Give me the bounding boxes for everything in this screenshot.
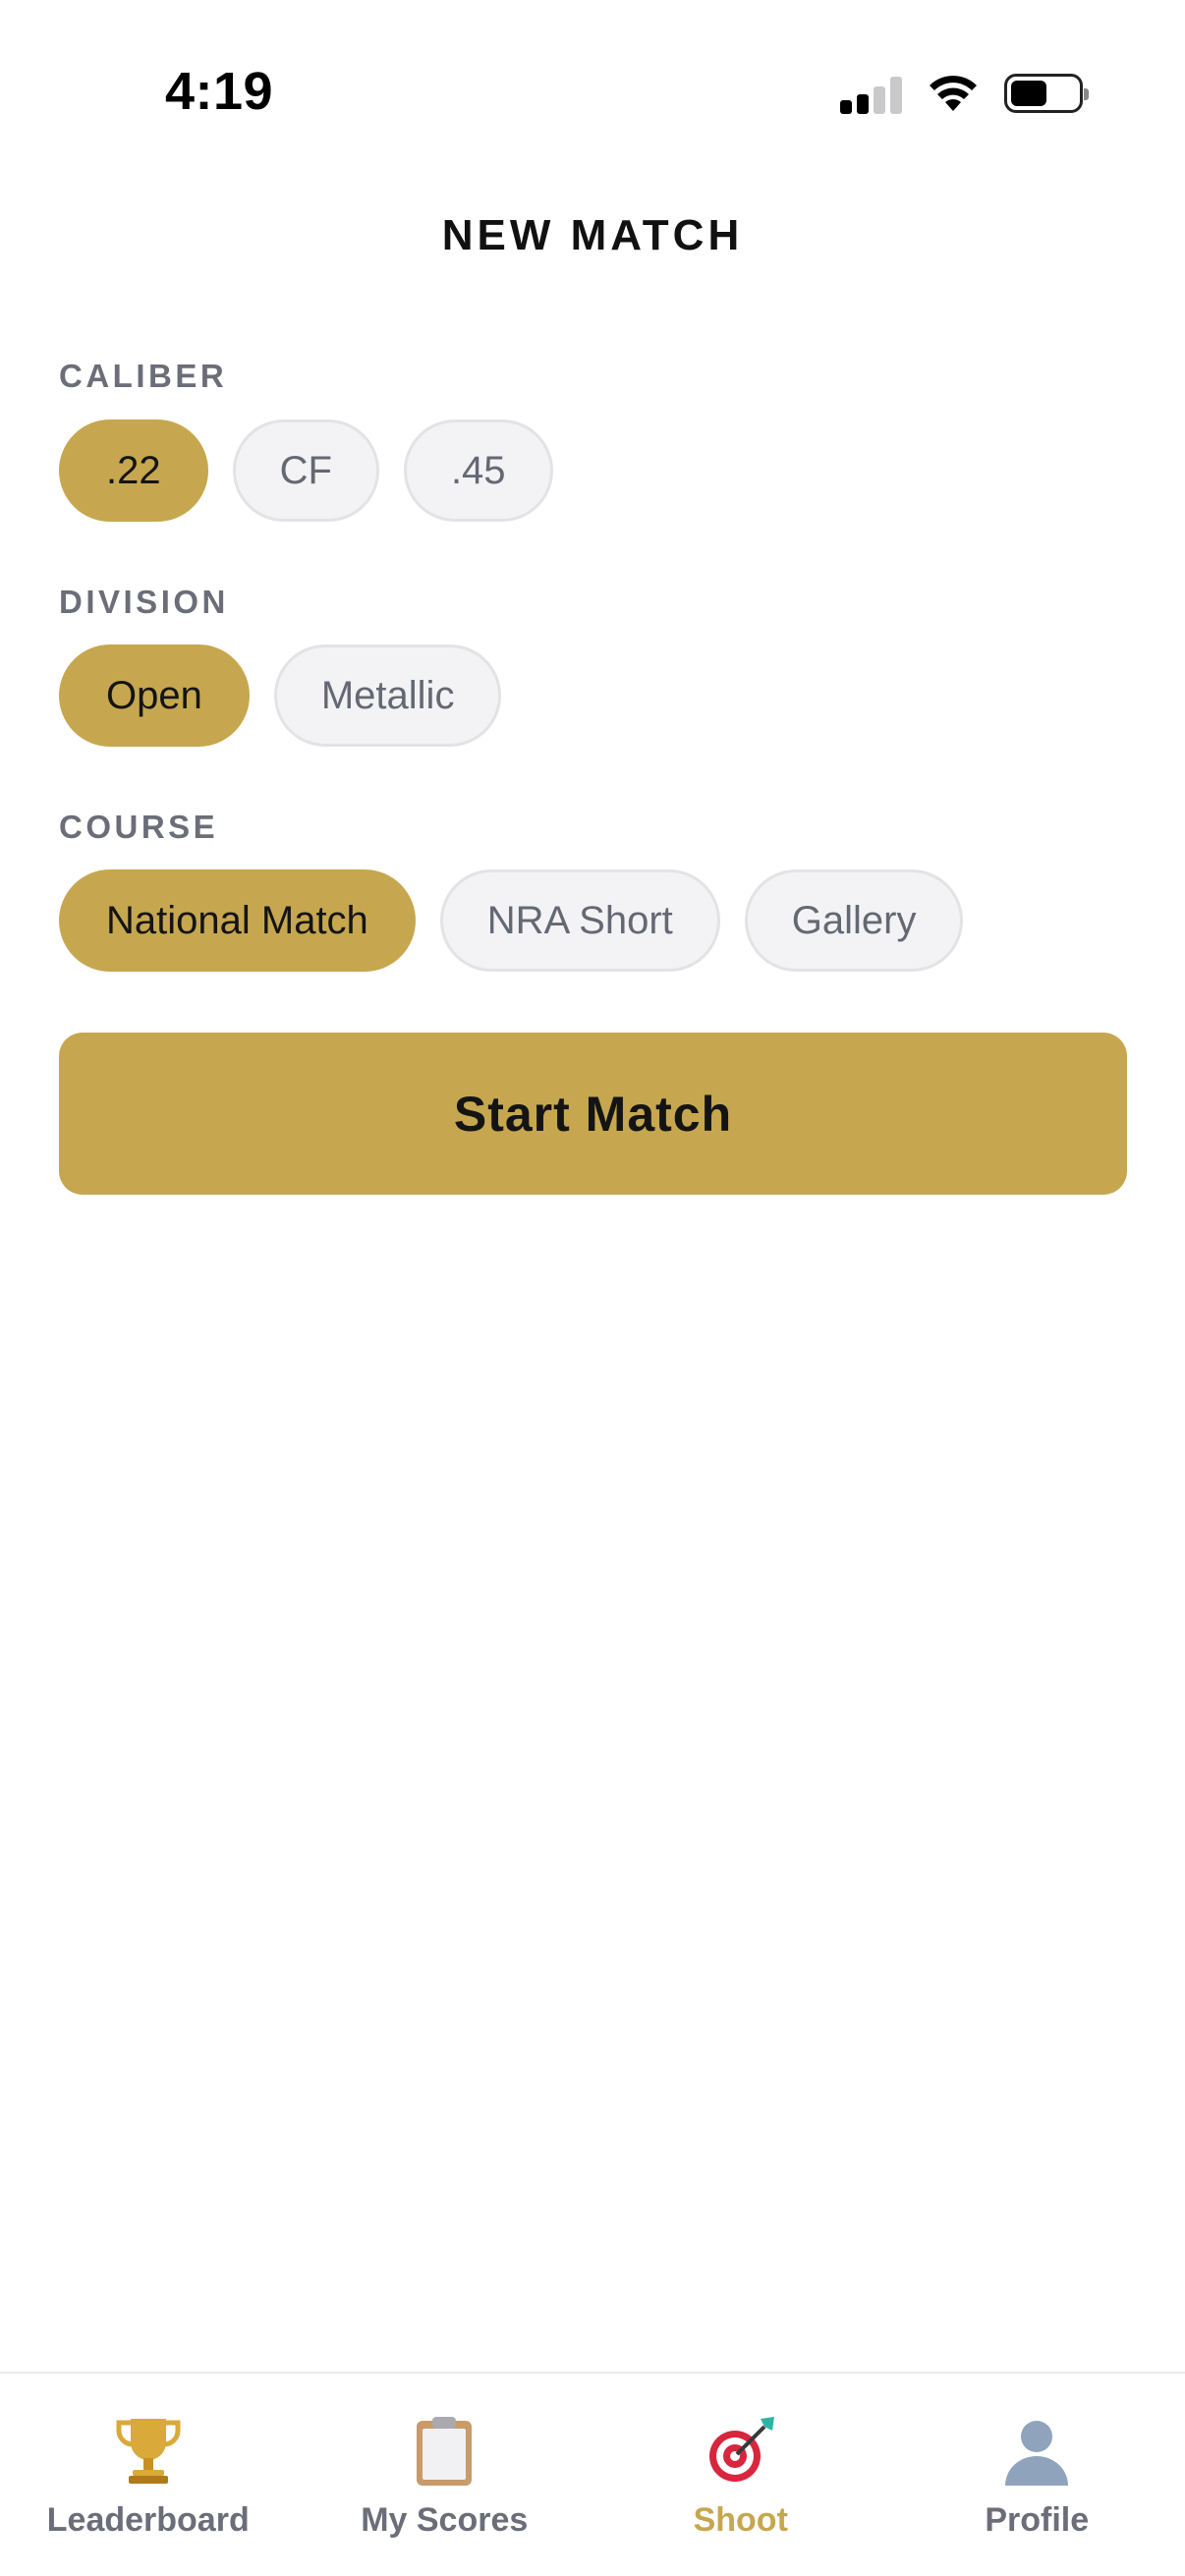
status-icons <box>840 73 1089 114</box>
clipboard-icon <box>417 2417 473 2486</box>
tab-my-scores[interactable]: My Scores <box>297 2374 593 2576</box>
start-match-button[interactable]: Start Match <box>59 1033 1127 1195</box>
tab-label-shoot: Shoot <box>693 2501 788 2539</box>
course-option-national-match[interactable]: National Match <box>59 869 416 972</box>
course-options: National Match NRA Short Gallery <box>59 869 964 972</box>
status-time: 4:19 <box>165 62 274 121</box>
trophy-icon <box>116 2419 181 2484</box>
person-icon <box>1005 2421 1069 2486</box>
division-label: DIVISION <box>59 584 229 620</box>
status-bar: 4:19 <box>0 0 1185 192</box>
course-label: COURSE <box>59 809 219 845</box>
caliber-options: .22 CF .45 <box>59 420 553 522</box>
course-option-gallery[interactable]: Gallery <box>744 869 964 972</box>
division-options: Open Metallic <box>59 644 502 747</box>
tab-label-profile: Profile <box>985 2501 1090 2539</box>
division-option-open[interactable]: Open <box>59 644 250 747</box>
division-option-metallic[interactable]: Metallic <box>273 644 502 747</box>
cellular-signal-icon <box>840 73 902 114</box>
tab-bar: Leaderboard My Scores Shoot Profile <box>0 2372 1185 2576</box>
wifi-icon <box>930 76 977 111</box>
page-title: NEW MATCH <box>441 211 744 259</box>
tab-profile[interactable]: Profile <box>889 2374 1185 2576</box>
caliber-label: CALIBER <box>59 358 228 394</box>
course-option-nra-short[interactable]: NRA Short <box>439 869 720 972</box>
caliber-option-cf[interactable]: CF <box>232 420 379 522</box>
tab-label-leaderboard: Leaderboard <box>46 2501 250 2539</box>
caliber-option-22[interactable]: .22 <box>59 420 208 522</box>
tab-leaderboard[interactable]: Leaderboard <box>0 2374 297 2576</box>
battery-icon <box>1004 74 1089 113</box>
tab-shoot[interactable]: Shoot <box>592 2374 889 2576</box>
tab-label-my-scores: My Scores <box>361 2501 529 2539</box>
target-icon <box>708 2417 774 2482</box>
caliber-option-45[interactable]: .45 <box>403 420 553 522</box>
